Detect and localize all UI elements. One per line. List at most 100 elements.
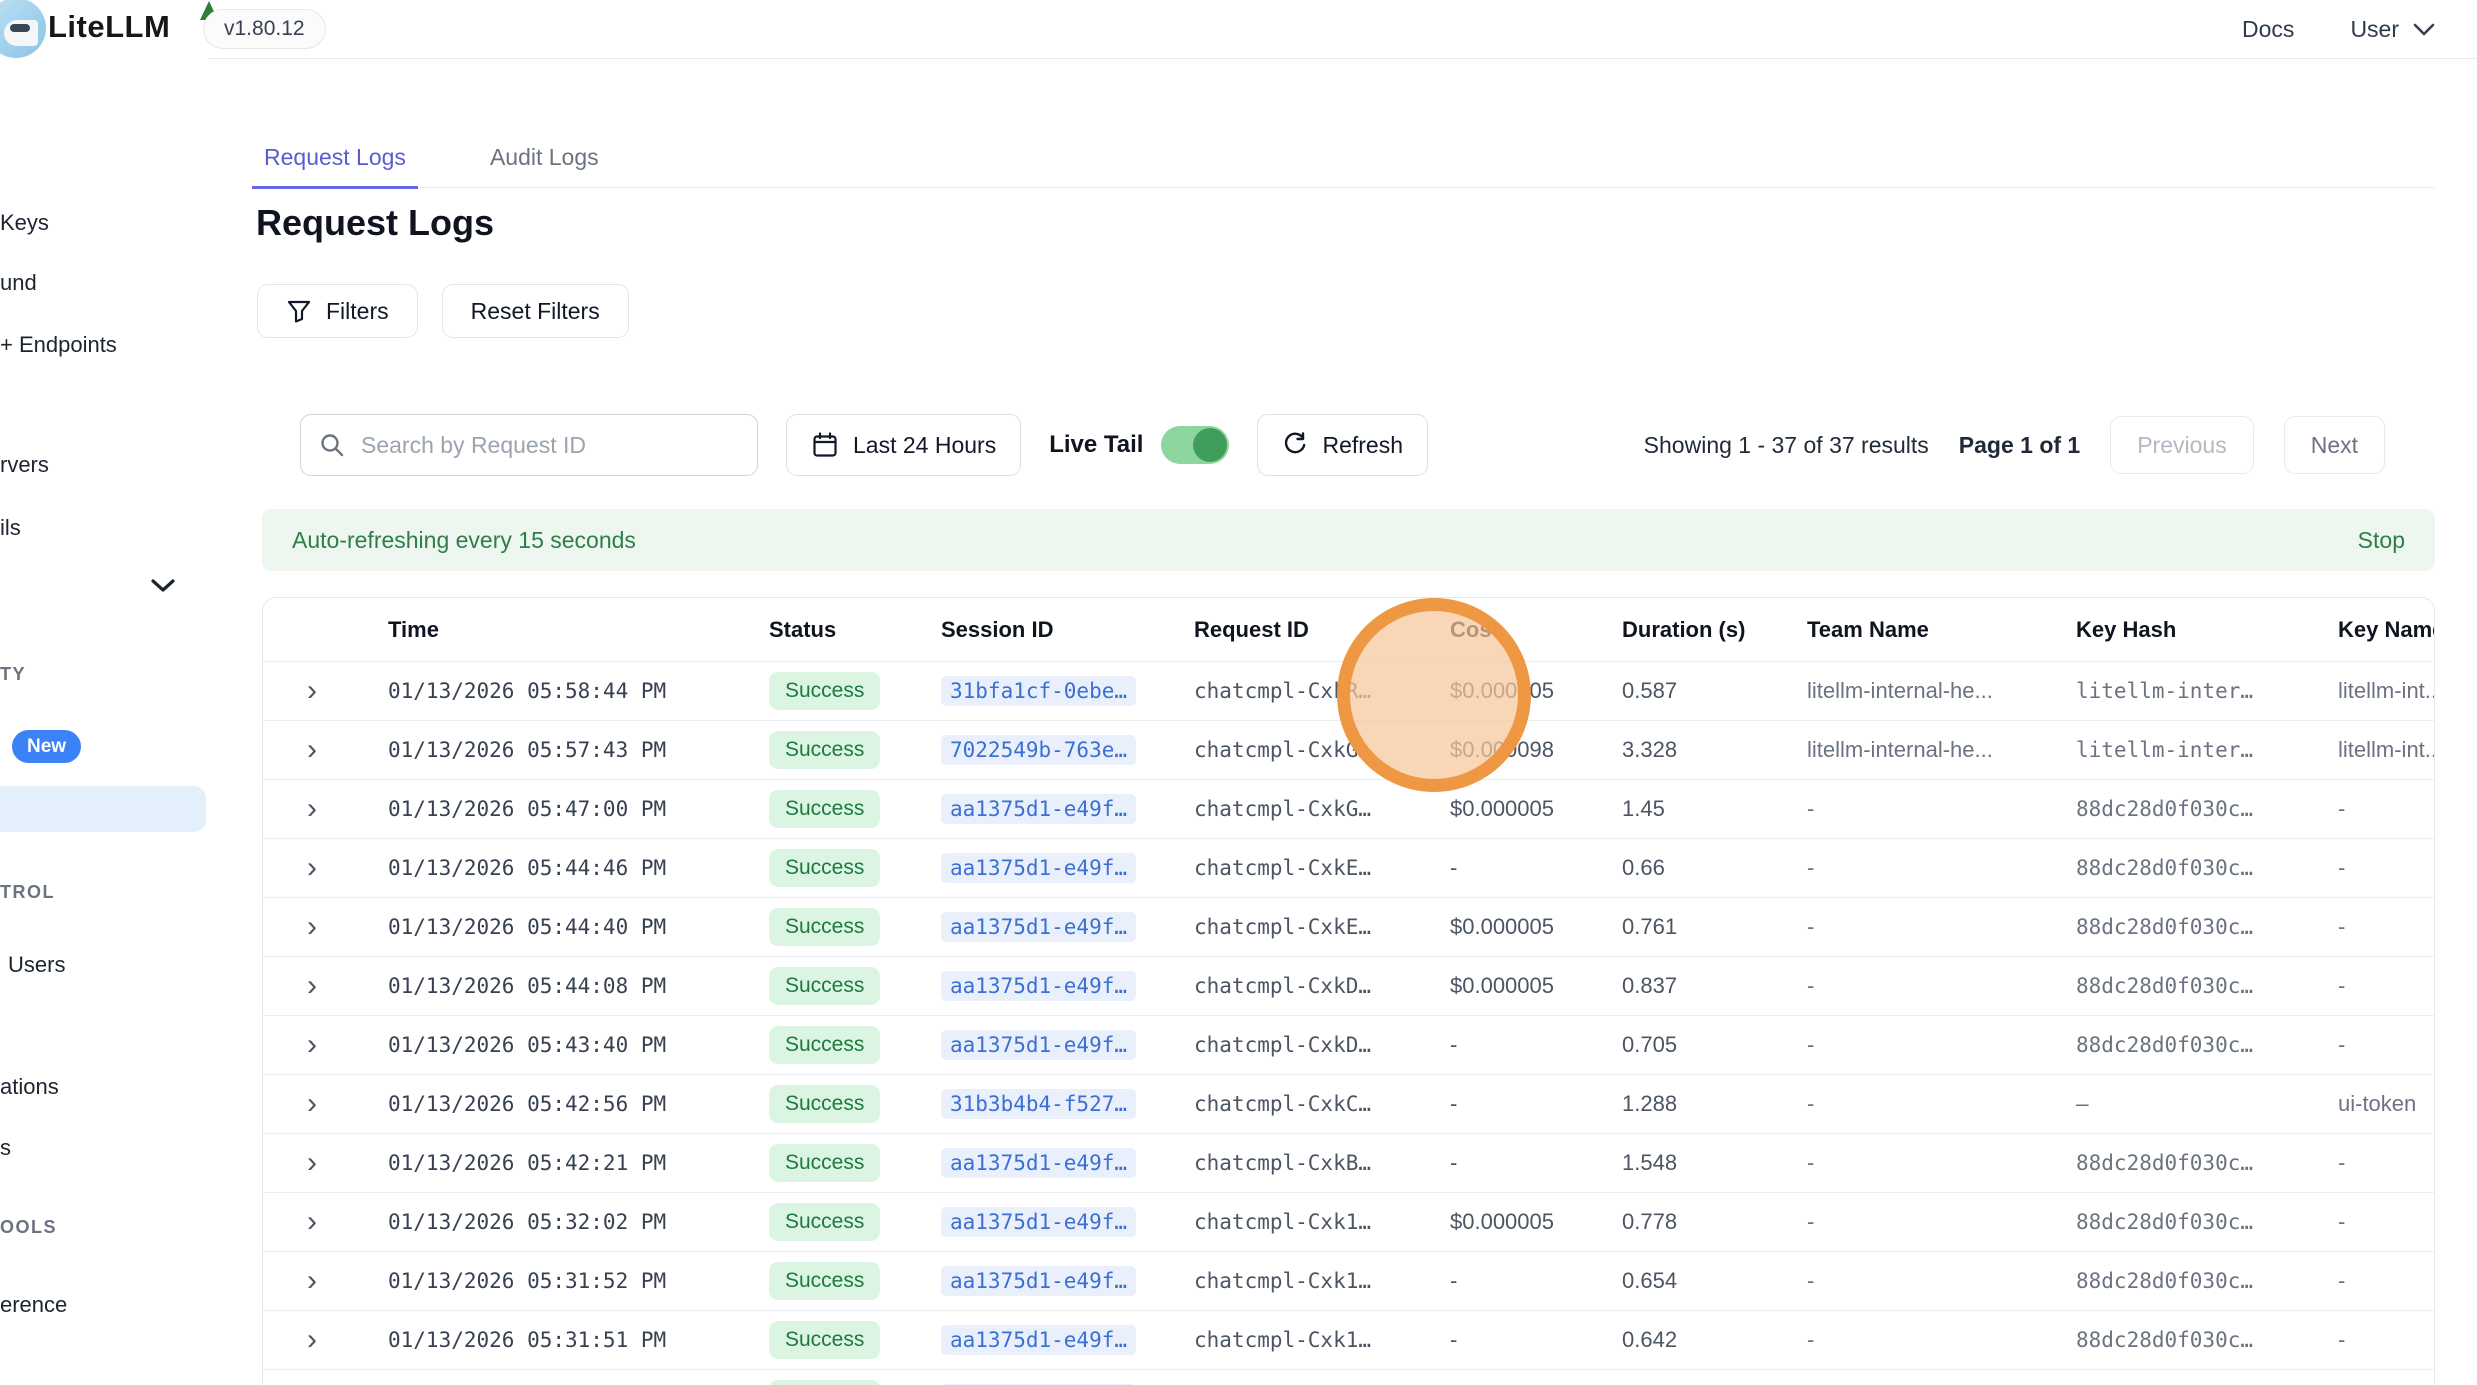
duration-cell: 0.705 (1622, 1032, 1807, 1058)
time-cell: 01/13/2026 05:44:40 PM (388, 915, 769, 939)
filters-button[interactable]: Filters (257, 284, 418, 338)
team-name-cell: - (1807, 796, 2076, 822)
session-id-link[interactable]: aa1375d1-e49f… (941, 1030, 1136, 1060)
duration-cell: 0.654 (1622, 1268, 1807, 1294)
table-row[interactable]: › 01/13/2026 05:42:21 PM Success aa1375d… (263, 1133, 2434, 1192)
key-name-cell: litellm-int... (2338, 737, 2434, 763)
sidebar-item-guardrails[interactable]: ils (0, 515, 21, 541)
request-id-search[interactable] (300, 414, 758, 476)
refresh-button-label: Refresh (1322, 432, 1403, 459)
table-row[interactable]: › 01/13/2026 05:58:44 PM Success 31bfa1c… (263, 661, 2434, 720)
refresh-button[interactable]: Refresh (1257, 414, 1428, 476)
expand-row-icon[interactable]: › (307, 1266, 317, 1296)
status-badge: Success (769, 1321, 880, 1359)
key-name-cell: - (2338, 796, 2434, 822)
session-id-link[interactable]: 7022549b-763e… (941, 735, 1136, 765)
expand-row-icon[interactable]: › (307, 735, 317, 765)
key-hash-cell: 88dc28d0f030c… (2076, 1328, 2338, 1352)
expand-row-icon[interactable]: › (307, 1207, 317, 1237)
key-hash-cell: 88dc28d0f030c… (2076, 856, 2338, 880)
table-row[interactable]: › 01/13/2026 05:44:40 PM Success aa1375d… (263, 897, 2434, 956)
time-cell: 01/13/2026 05:31:51 PM (388, 1328, 769, 1352)
expand-row-icon[interactable]: › (307, 912, 317, 942)
table-row[interactable]: › 01/13/2026 05:43:40 PM Success aa1375d… (263, 1015, 2434, 1074)
key-hash-cell: – (2076, 1092, 2338, 1116)
team-name-cell: - (1807, 973, 2076, 999)
previous-page-button[interactable]: Previous (2110, 416, 2253, 474)
sidebar-item-api-reference[interactable]: erence (0, 1292, 67, 1318)
table-row[interactable]: › 01/13/2026 05:31:38 PM Success aa1375d… (263, 1369, 2434, 1385)
expand-row-icon[interactable]: › (307, 1325, 317, 1355)
sidebar-item-keys[interactable]: Keys (0, 210, 49, 236)
sidebar-collapse-chevron-icon[interactable] (150, 578, 176, 593)
search-input[interactable] (359, 431, 739, 460)
user-menu[interactable]: User (2350, 16, 2435, 43)
session-id-link[interactable]: 31bfa1cf-0ebe… (941, 676, 1136, 706)
expand-row-icon[interactable]: › (307, 853, 317, 883)
expand-row-icon[interactable]: › (307, 676, 317, 706)
tab-request-logs[interactable]: Request Logs (252, 128, 418, 189)
team-name-cell: - (1807, 1032, 2076, 1058)
duration-cell: 0.778 (1622, 1209, 1807, 1235)
column-header-duration: Duration (s) (1622, 617, 1807, 643)
live-tail-toggle[interactable] (1161, 426, 1229, 464)
docs-link[interactable]: Docs (2242, 16, 2294, 43)
next-page-button[interactable]: Next (2284, 416, 2385, 474)
sidebar-item-organizations[interactable]: ations (0, 1074, 59, 1100)
expand-row-icon[interactable]: › (307, 794, 317, 824)
duration-cell: 0.761 (1622, 914, 1807, 940)
session-id-link[interactable]: aa1375d1-e49f… (941, 853, 1136, 883)
top-bar: LiteLLM v1.80.12 Docs User (0, 0, 2477, 59)
session-id-link[interactable]: aa1375d1-e49f… (941, 912, 1136, 942)
cost-cell: - (1450, 1327, 1622, 1353)
sidebar-section-tools: OOLS (0, 1217, 57, 1238)
reset-filters-button[interactable]: Reset Filters (442, 284, 629, 338)
session-id-link[interactable]: aa1375d1-e49f… (941, 1148, 1136, 1178)
auto-refresh-message: Auto-refreshing every 15 seconds (292, 527, 636, 554)
sidebar-nav: Keys und + Endpoints rvers ils TY New TR… (0, 58, 208, 1385)
key-hash-cell: 88dc28d0f030c… (2076, 1210, 2338, 1234)
request-id-cell: chatcmpl-CxkE… (1194, 915, 1450, 939)
table-row[interactable]: › 01/13/2026 05:44:46 PM Success aa1375d… (263, 838, 2434, 897)
page-title: Request Logs (256, 202, 494, 244)
table-row[interactable]: › 01/13/2026 05:42:56 PM Success 31b3b4b… (263, 1074, 2434, 1133)
stop-auto-refresh-button[interactable]: Stop (2358, 527, 2405, 554)
expand-row-icon[interactable]: › (307, 1030, 317, 1060)
table-row[interactable]: › 01/13/2026 05:31:51 PM Success aa1375d… (263, 1310, 2434, 1369)
table-row[interactable]: › 01/13/2026 05:57:43 PM Success 7022549… (263, 720, 2434, 779)
duration-cell: 3.328 (1622, 737, 1807, 763)
team-name-cell: - (1807, 1150, 2076, 1176)
session-id-link[interactable]: aa1375d1-e49f… (941, 971, 1136, 1001)
time-cell: 01/13/2026 05:44:46 PM (388, 856, 769, 880)
sidebar-item-playground[interactable]: und (0, 270, 37, 296)
request-id-cell: chatcmpl-CxkG… (1194, 797, 1450, 821)
table-row[interactable]: › 01/13/2026 05:47:00 PM Success aa1375d… (263, 779, 2434, 838)
table-header-row: Time Status Session ID Request ID Cost D… (263, 598, 2434, 661)
table-row[interactable]: › 01/13/2026 05:32:02 PM Success aa1375d… (263, 1192, 2434, 1251)
sidebar-item-teams[interactable]: s (0, 1135, 11, 1161)
expand-row-icon[interactable]: › (307, 1148, 317, 1178)
session-id-link[interactable]: 31b3b4b4-f527… (941, 1089, 1136, 1119)
sidebar-item-servers[interactable]: rvers (0, 452, 49, 478)
duration-cell: 0.66 (1622, 855, 1807, 881)
session-id-link[interactable]: aa1375d1-e49f… (941, 794, 1136, 824)
session-id-link[interactable]: aa1375d1-e49f… (941, 1266, 1136, 1296)
table-row[interactable]: › 01/13/2026 05:44:08 PM Success aa1375d… (263, 956, 2434, 1015)
tab-audit-logs[interactable]: Audit Logs (478, 128, 611, 187)
status-badge: Success (769, 672, 880, 710)
session-id-link[interactable]: aa1375d1-e49f… (941, 1207, 1136, 1237)
sidebar-item-logs-active[interactable] (0, 786, 206, 832)
key-hash-cell: 88dc28d0f030c… (2076, 1033, 2338, 1057)
status-badge: Success (769, 1380, 880, 1385)
expand-row-icon[interactable]: › (307, 971, 317, 1001)
table-row[interactable]: › 01/13/2026 05:31:52 PM Success aa1375d… (263, 1251, 2434, 1310)
session-id-link[interactable]: aa1375d1-e49f… (941, 1325, 1136, 1355)
sidebar-item-models-endpoints[interactable]: + Endpoints (0, 332, 117, 358)
time-range-button[interactable]: Last 24 Hours (786, 414, 1021, 476)
log-toolbar: Last 24 Hours Live Tail Refresh Showing … (300, 414, 2385, 476)
status-badge: Success (769, 731, 880, 769)
sidebar-item-internal-users[interactable]: Users (8, 952, 65, 978)
key-name-cell: - (2338, 1268, 2434, 1294)
column-header-key-hash: Key Hash (2076, 617, 2338, 643)
expand-row-icon[interactable]: › (307, 1089, 317, 1119)
